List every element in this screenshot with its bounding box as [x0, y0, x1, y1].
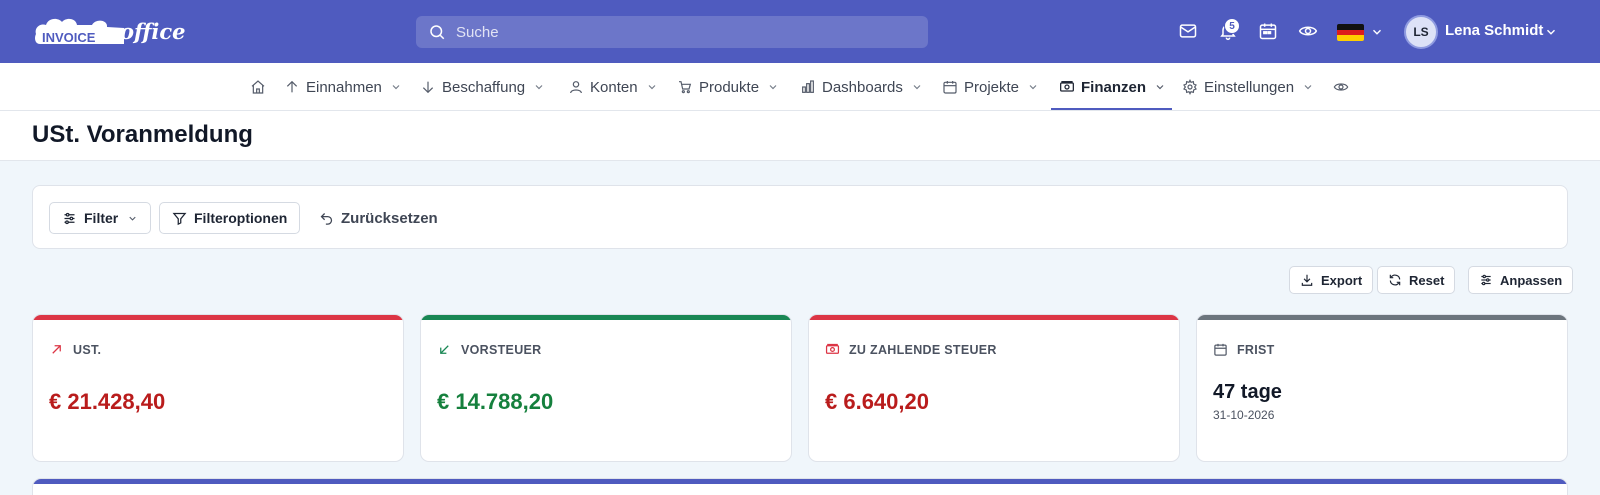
page-header: USt. Voranmeldung [0, 111, 1600, 161]
invoiceoffice-logo[interactable]: INVOICE office [32, 14, 186, 50]
kpi-card-vorsteuer: VORSTEUER € 14.788,20 [420, 314, 792, 462]
kpi-card-accent [809, 315, 1179, 320]
search-icon [430, 25, 445, 40]
search-input[interactable] [456, 23, 896, 41]
calendar-icon [1214, 343, 1227, 356]
chevron-down-icon [392, 85, 400, 90]
arrow-up-right-icon [52, 345, 61, 354]
nav-produkte[interactable]: Produkte [677, 63, 779, 111]
eye-icon [1333, 83, 1349, 91]
reset-filters-link[interactable]: Zurücksetzen [319, 202, 438, 234]
chevron-down-icon [1304, 85, 1312, 90]
svg-text:INVOICE: INVOICE [42, 30, 96, 45]
user-name[interactable]: Lena Schmidt [1445, 22, 1543, 39]
reset-button[interactable]: Reset [1377, 266, 1456, 294]
nav-active-indicator [1051, 108, 1172, 110]
report-card [32, 478, 1568, 495]
chevron-down-icon [129, 216, 136, 221]
kpi-card-accent [33, 315, 403, 320]
kpi-card-accent [421, 315, 791, 320]
kpi-card-frist: FRIST 47 tage 31-10-2026 [1196, 314, 1568, 462]
notification-badge: 5 [1224, 18, 1240, 34]
kpi-value: € 6.640,20 [825, 389, 929, 414]
kpi-value: € 21.428,40 [49, 389, 166, 414]
nav-einstellungen[interactable]: Einstellungen [1182, 63, 1314, 111]
undo-icon [320, 212, 333, 225]
german-flag-icon[interactable] [1337, 24, 1364, 41]
nav-finanzen[interactable]: Finanzen [1059, 63, 1166, 111]
export-button[interactable]: Export [1289, 266, 1374, 294]
sliders-icon [64, 212, 75, 224]
chevron-down-icon [769, 85, 777, 90]
funnel-icon [172, 212, 187, 225]
download-icon [1301, 274, 1313, 286]
money-icon [825, 343, 840, 354]
kpi-value: 47 tage [1213, 381, 1282, 403]
chevron-down-icon [913, 85, 921, 90]
mail-icon[interactable] [1177, 20, 1199, 42]
nav-konten[interactable]: Konten [568, 63, 658, 111]
chevron-down-icon [1029, 85, 1037, 90]
arrow-down-icon [422, 81, 434, 94]
nav-visibility[interactable] [1333, 63, 1355, 111]
kpi-card-accent [1197, 315, 1567, 320]
nav-beschaffung[interactable]: Beschaffung [420, 63, 545, 111]
top-bar: INVOICE office 5 LS Lena Schmidt [0, 0, 1600, 63]
kpi-value: € 14.788,20 [437, 389, 554, 414]
filter-options-button[interactable]: Filteroptionen [159, 202, 301, 234]
money-icon [1060, 81, 1074, 92]
home-icon [251, 80, 265, 94]
arrow-down-left-icon [440, 345, 449, 354]
logo-text-office: office [120, 19, 186, 44]
chevron-down-icon [648, 85, 655, 90]
avatar[interactable]: LS [1404, 15, 1438, 49]
kpi-label: UST. [49, 342, 101, 357]
kpi-date: 31-10-2026 [1213, 408, 1275, 422]
chevron-down-icon [535, 85, 543, 90]
main-nav: Einnahmen Beschaffung Konten Produkte Da… [0, 63, 1600, 111]
nav-dashboards[interactable]: Dashboards [800, 63, 923, 111]
cart-icon [679, 81, 692, 94]
kpi-label: VORSTEUER [437, 342, 542, 357]
report-card-accent [33, 479, 1567, 484]
calendar-icon[interactable] [1257, 20, 1279, 42]
kpi-card-zu-zahlende-steuer: ZU ZAHLENDE STEUER € 6.640,20 [808, 314, 1180, 462]
nav-projekte[interactable]: Projekte [942, 63, 1039, 111]
search-bar[interactable] [416, 16, 928, 48]
sliders-icon [1481, 274, 1491, 286]
chevron-down-icon[interactable] [1370, 25, 1384, 39]
chevron-down-icon[interactable] [1544, 25, 1558, 39]
kpi-label: FRIST [1213, 342, 1275, 357]
bar-chart-icon [802, 80, 814, 93]
user-icon [570, 81, 582, 94]
filter-button[interactable]: Filter [49, 202, 152, 234]
filter-card: Filter Filteroptionen Zurücksetzen [32, 185, 1568, 249]
gear-icon [1183, 79, 1197, 95]
kpi-label: ZU ZAHLENDE STEUER [825, 342, 997, 357]
page-title: USt. Voranmeldung [32, 121, 253, 148]
eye-icon[interactable] [1297, 20, 1319, 42]
customize-button[interactable]: Anpassen [1468, 266, 1574, 294]
calendar-icon [943, 81, 957, 94]
refresh-icon [1389, 274, 1401, 286]
nav-einnahmen[interactable]: Einnahmen [284, 63, 402, 111]
kpi-card-ust: UST. € 21.428,40 [32, 314, 404, 462]
arrow-up-icon [286, 80, 298, 93]
chevron-down-icon [1156, 85, 1164, 90]
nav-home[interactable] [250, 63, 272, 111]
